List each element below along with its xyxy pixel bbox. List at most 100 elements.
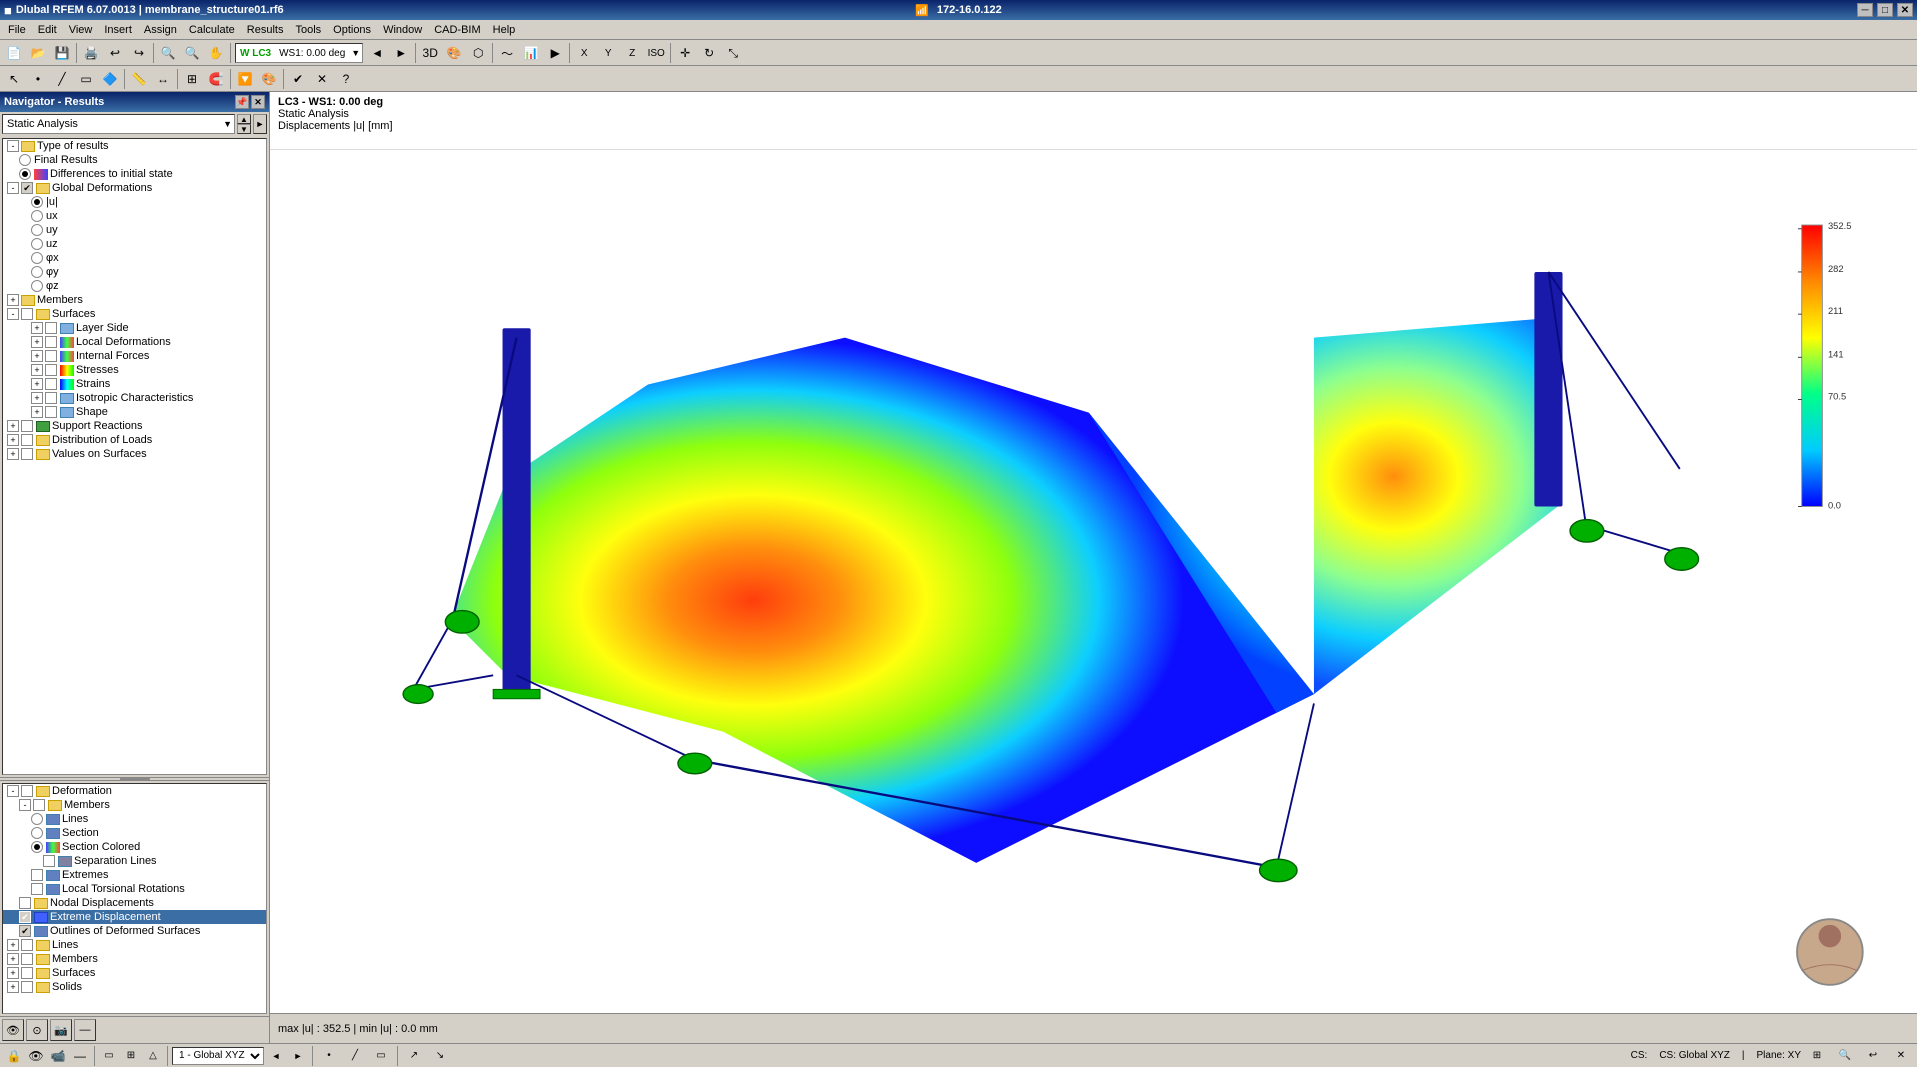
tb-deformation[interactable]: 〜 <box>496 42 518 64</box>
bb-btn-1[interactable]: ▭ <box>100 1047 118 1065</box>
tree-layer-side[interactable]: + Layer Side <box>3 321 266 335</box>
tree-section-colored[interactable]: Section Colored <box>3 840 266 854</box>
tb-save[interactable]: 💾 <box>51 42 73 64</box>
bb-btn-2[interactable]: ⊞ <box>122 1047 140 1065</box>
tree-final-results[interactable]: Final Results <box>3 153 266 167</box>
minimize-button[interactable]: ─ <box>1857 3 1873 17</box>
tree-solids[interactable]: + Solids <box>3 980 266 994</box>
tree-extreme-disp[interactable]: ✔ Extreme Displacement <box>3 910 266 924</box>
bb-btn-surf[interactable]: ▭ <box>370 1047 392 1065</box>
tree-values-surfaces[interactable]: + Values on Surfaces <box>3 447 266 461</box>
check-values-surfaces[interactable] <box>21 448 33 460</box>
expand-global-def[interactable]: - <box>7 182 19 194</box>
tb2-check[interactable]: ✔ <box>287 68 309 90</box>
tb-wire[interactable]: ⬡ <box>467 42 489 64</box>
expand-surfaces[interactable]: - <box>7 308 19 320</box>
check-def-members[interactable] <box>33 799 45 811</box>
check-local-def[interactable] <box>45 336 57 348</box>
bb-btn-video[interactable]: 📹 <box>49 1047 67 1065</box>
tb2-surface[interactable]: ▭ <box>75 68 97 90</box>
bb-right-btn3[interactable]: ↩ <box>1862 1047 1884 1065</box>
tb-animate[interactable]: ▶ <box>544 42 566 64</box>
check-extremes[interactable] <box>31 869 43 881</box>
menu-file[interactable]: File <box>2 22 32 38</box>
menu-insert[interactable]: Insert <box>98 22 138 38</box>
tree-separation-lines[interactable]: Separation Lines <box>3 854 266 868</box>
tree-strains[interactable]: + Strains <box>3 377 266 391</box>
coordinate-system-select[interactable]: 1 - Global XYZ <box>172 1047 264 1065</box>
check-strains[interactable] <box>45 378 57 390</box>
radio-phi-x[interactable] <box>31 252 43 264</box>
tree-ux[interactable]: ux <box>3 209 266 223</box>
tb2-measure[interactable]: 📏 <box>128 68 150 90</box>
tree-shape[interactable]: + Shape <box>3 405 266 419</box>
nav-arrow-right[interactable]: ► <box>253 114 267 134</box>
radio-ux[interactable] <box>31 210 43 222</box>
tb-z-axis[interactable]: Z <box>621 42 643 64</box>
expand-solids[interactable]: + <box>7 981 19 993</box>
tree-phi-y[interactable]: φy <box>3 265 266 279</box>
check-solids[interactable] <box>21 981 33 993</box>
tree-def-members[interactable]: - Members <box>3 798 266 812</box>
nav-divider[interactable] <box>0 777 269 781</box>
tb-pan[interactable]: ✋ <box>205 42 227 64</box>
expand-local-def[interactable]: + <box>31 336 43 348</box>
tb2-grid[interactable]: ⊞ <box>181 68 203 90</box>
tb-isometric[interactable]: ISO <box>645 42 667 64</box>
bb-right-btn1[interactable]: ⊞ <box>1806 1047 1828 1065</box>
nav-arrow-up[interactable]: ▲ <box>237 114 251 124</box>
viewport[interactable]: LC3 - WS1: 0.00 deg Static Analysis Disp… <box>270 92 1917 1043</box>
tb-redo[interactable]: ↪ <box>128 42 150 64</box>
bb-btn-dash[interactable]: — <box>71 1047 89 1065</box>
tree-uz[interactable]: uz <box>3 237 266 251</box>
expand-def-members[interactable]: - <box>19 799 31 811</box>
menu-assign[interactable]: Assign <box>138 22 183 38</box>
tb-next-lc[interactable]: ► <box>390 42 412 64</box>
tree-isotropic[interactable]: + Isotropic Characteristics <box>3 391 266 405</box>
lc-dropdown-container[interactable]: W LC3 WS1: 0.00 deg ▼ <box>235 43 363 63</box>
tree-nodal-disp[interactable]: Nodal Displacements <box>3 896 266 910</box>
tb2-solid[interactable]: 🔷 <box>99 68 121 90</box>
nav-selector-box[interactable]: Static Analysis ▼ <box>2 114 235 134</box>
expand-isotropic[interactable]: + <box>31 392 43 404</box>
tree-extremes[interactable]: Extremes <box>3 868 266 882</box>
tb-prev-lc[interactable]: ◄ <box>366 42 388 64</box>
check-stresses[interactable] <box>45 364 57 376</box>
expand-strains[interactable]: + <box>31 378 43 390</box>
bb-btn-node[interactable]: • <box>318 1047 340 1065</box>
expand-surfaces-node[interactable]: + <box>7 967 19 979</box>
tree-uy[interactable]: uy <box>3 223 266 237</box>
radio-phi-y[interactable] <box>31 266 43 278</box>
tb-scale[interactable]: ⤡ <box>722 42 744 64</box>
menu-tools[interactable]: Tools <box>289 22 327 38</box>
radio-final-results[interactable] <box>19 154 31 166</box>
nav-tree-scroll-upper[interactable]: - Type of results Final Results Differen… <box>2 138 267 775</box>
expand-deformation[interactable]: - <box>7 785 19 797</box>
tb2-color[interactable]: 🎨 <box>258 68 280 90</box>
bb-btn-3[interactable]: △ <box>144 1047 162 1065</box>
tree-support-reactions[interactable]: + Support Reactions <box>3 419 266 433</box>
check-lines[interactable] <box>21 939 33 951</box>
bb-btn-arr1[interactable]: ↗ <box>403 1047 425 1065</box>
nav-btn-camera[interactable]: 📷 <box>50 1019 72 1041</box>
tb-open[interactable]: 📂 <box>27 42 49 64</box>
tb-zoom-in[interactable]: 🔍 <box>157 42 179 64</box>
restore-button[interactable]: □ <box>1877 3 1893 17</box>
tb2-line[interactable]: ╱ <box>51 68 73 90</box>
nav-selector-arrow[interactable]: ▼ <box>223 119 232 129</box>
check-deformation[interactable] <box>21 785 33 797</box>
tree-surfaces[interactable]: - Surfaces <box>3 307 266 321</box>
expand-stresses[interactable]: + <box>31 364 43 376</box>
tree-deformation[interactable]: - Deformation <box>3 784 266 798</box>
tb-render[interactable]: 🎨 <box>443 42 465 64</box>
check-global-def[interactable]: ✔ <box>21 182 33 194</box>
navigator-header-buttons[interactable]: 📌 ✕ <box>235 95 265 109</box>
tree-phi-z[interactable]: φz <box>3 279 266 293</box>
tree-abs-u[interactable]: |u| <box>3 195 266 209</box>
check-dist-loads[interactable] <box>21 434 33 446</box>
tb2-dimension[interactable]: ↔ <box>152 68 174 90</box>
tree-differences-initial[interactable]: Differences to initial state <box>3 167 266 181</box>
tb2-filter[interactable]: 🔽 <box>234 68 256 90</box>
menu-cad-bim[interactable]: CAD-BIM <box>428 22 486 38</box>
tree-lines[interactable]: + Lines <box>3 938 266 952</box>
